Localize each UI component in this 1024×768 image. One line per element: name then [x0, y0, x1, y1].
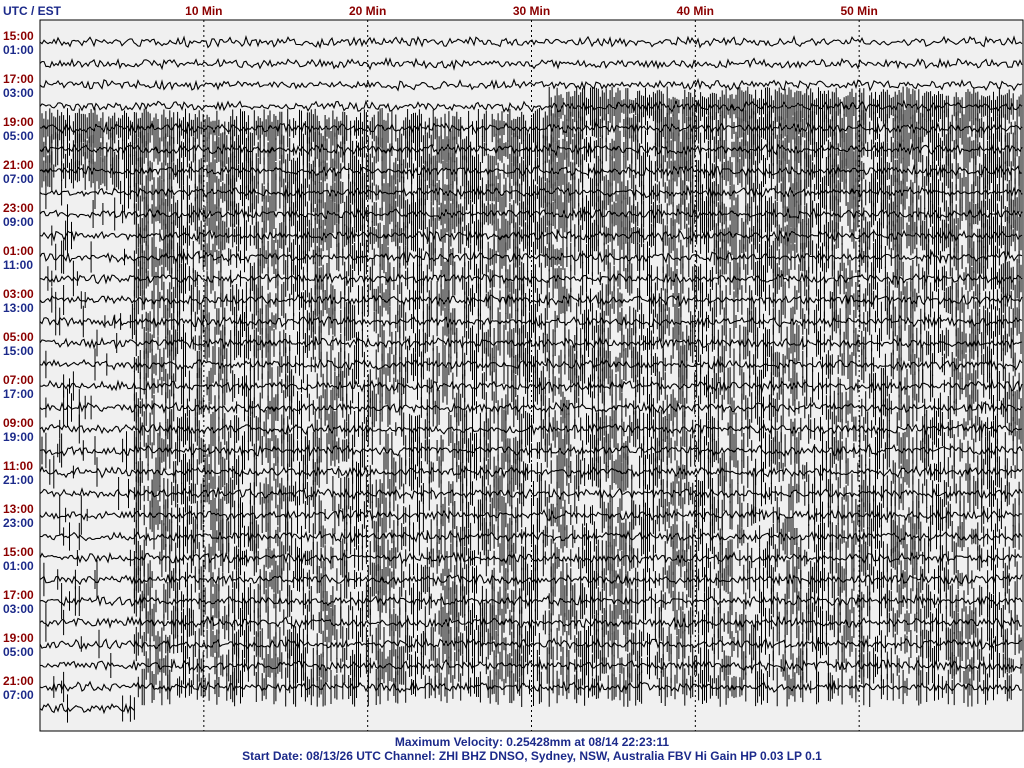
row-label-est: 19:00 — [3, 430, 34, 444]
utc-est-corner-label: UTC / EST — [3, 4, 62, 18]
row-label-est: 07:00 — [3, 172, 34, 186]
row-label-utc: 19:00 — [3, 631, 34, 645]
x-tick-label: 50 Min — [840, 4, 877, 18]
x-tick-label: 20 Min — [349, 4, 386, 18]
row-label-est: 13:00 — [3, 301, 34, 315]
row-label-utc: 17:00 — [3, 588, 34, 602]
row-label-est: 01:00 — [3, 43, 34, 57]
row-label-utc: 21:00 — [3, 158, 34, 172]
row-label-est: 11:00 — [3, 258, 33, 272]
x-axis-tick-labels: 10 Min 20 Min 30 Min 40 Min 50 Min — [185, 4, 878, 18]
max-velocity-caption: Maximum Velocity: 0.25428mm at 08/14 22:… — [394, 735, 670, 749]
x-tick-label: 30 Min — [513, 4, 550, 18]
row-label-utc: 19:00 — [3, 115, 34, 129]
row-label-est: 07:00 — [3, 688, 34, 702]
row-label-est: 05:00 — [3, 645, 34, 659]
row-label-utc: 07:00 — [3, 373, 34, 387]
row-label-utc: 15:00 — [3, 29, 34, 43]
row-label-utc: 21:00 — [3, 674, 34, 688]
row-label-est: 21:00 — [3, 473, 34, 487]
row-time-labels: 15:0001:0017:0003:0019:0005:0021:0007:00… — [3, 29, 34, 702]
row-label-est: 15:00 — [3, 344, 34, 358]
row-label-utc: 15:00 — [3, 545, 34, 559]
row-label-utc: 23:00 — [3, 201, 34, 215]
row-label-utc: 05:00 — [3, 330, 34, 344]
start-date-caption: Start Date: 08/13/26 UTC Channel: ZHI BH… — [242, 749, 822, 763]
helicorder-plot: 10 Min 20 Min 30 Min 40 Min 50 Min 15:0001:0… — [3, 4, 1024, 732]
row-label-utc: 11:00 — [3, 459, 33, 473]
row-label-est: 03:00 — [3, 86, 34, 100]
row-label-utc: 01:00 — [3, 244, 34, 258]
row-label-est: 05:00 — [3, 129, 34, 143]
row-label-est: 01:00 — [3, 559, 34, 573]
x-tick-label: 40 Min — [677, 4, 714, 18]
row-label-est: 17:00 — [3, 387, 34, 401]
x-tick-label: 10 Min — [185, 4, 222, 18]
row-label-utc: 13:00 — [3, 502, 34, 516]
row-label-est: 23:00 — [3, 516, 34, 530]
row-label-utc: 17:00 — [3, 72, 34, 86]
row-label-est: 09:00 — [3, 215, 34, 229]
row-label-est: 03:00 — [3, 602, 34, 616]
row-label-utc: 09:00 — [3, 416, 34, 430]
row-label-utc: 03:00 — [3, 287, 34, 301]
